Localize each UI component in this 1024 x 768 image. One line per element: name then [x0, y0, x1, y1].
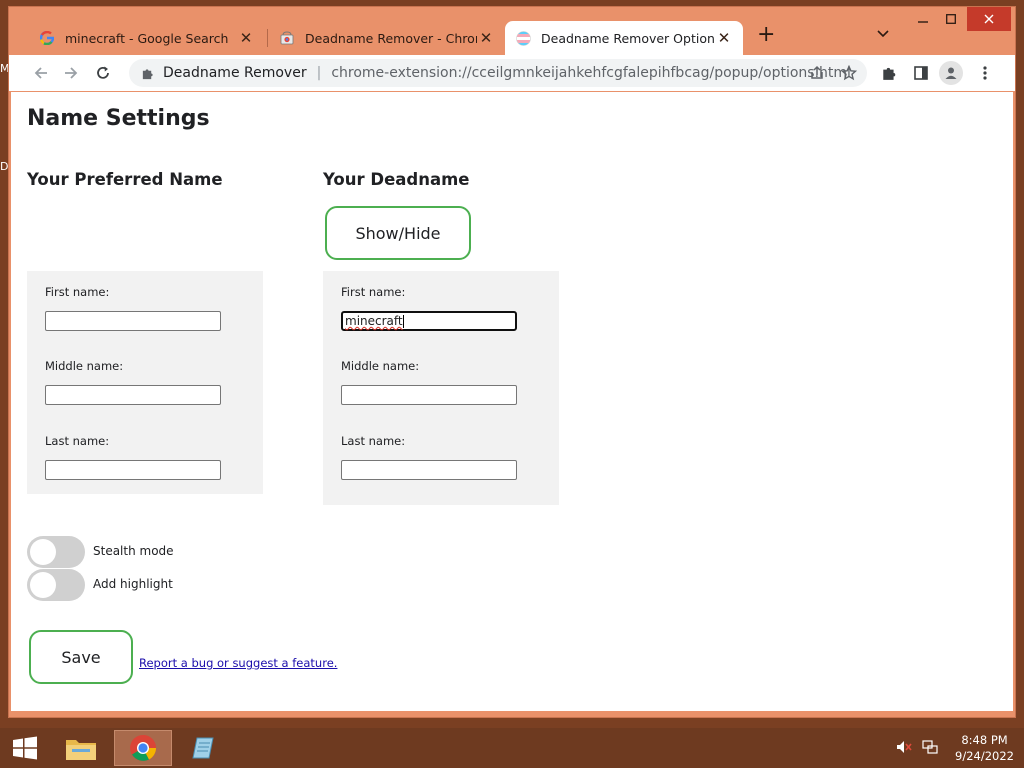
site-name: Deadname Remover — [163, 65, 307, 81]
maximize-icon[interactable] — [937, 7, 965, 31]
file-explorer-folder-icon[interactable] — [52, 730, 110, 766]
deadname-panel: First name: minecraft Middle name: Last … — [323, 271, 559, 505]
reload-icon[interactable] — [91, 61, 115, 85]
deadname-first-name-input[interactable]: minecraft — [341, 311, 517, 331]
system-clock[interactable]: 8:48 PM 9/24/2022 — [955, 732, 1014, 764]
preferred-name-panel: First name: Middle name: Last name: — [27, 271, 263, 494]
last-name-label: Last name: — [45, 434, 110, 448]
tab-separator — [267, 29, 268, 47]
middle-name-label: Middle name: — [45, 359, 124, 373]
close-tab-icon[interactable]: ✕ — [237, 29, 255, 47]
forward-arrow-icon[interactable] — [59, 61, 83, 85]
tab-title: Deadname Remover Options — [541, 30, 715, 46]
chrome-webstore-icon — [279, 30, 295, 46]
extensions-puzzle-icon[interactable] — [877, 61, 901, 85]
profile-avatar-icon[interactable] — [939, 61, 963, 85]
tab-chrome-web-store[interactable]: Deadname Remover - Chrome W ✕ — [269, 21, 505, 55]
preferred-middle-name-input[interactable] — [45, 385, 221, 405]
preferred-first-name-input[interactable] — [45, 311, 221, 331]
middle-name-label: Middle name: — [341, 359, 420, 373]
stealth-mode-label: Stealth mode — [93, 544, 174, 558]
start-windows-icon[interactable] — [0, 730, 50, 766]
minimize-icon[interactable] — [909, 7, 937, 31]
chrome-taskbar-icon[interactable] — [114, 730, 172, 766]
tab-title: minecraft - Google Search — [65, 30, 229, 46]
share-icon[interactable] — [805, 61, 829, 85]
add-highlight-toggle[interactable] — [27, 569, 85, 601]
taskbar: 8:48 PM 9/24/2022 — [0, 728, 1024, 768]
trans-flag-icon — [515, 30, 531, 46]
network-icon[interactable] — [922, 740, 938, 758]
clock-date: 9/24/2022 — [955, 749, 1014, 763]
save-button[interactable]: Save — [29, 630, 133, 684]
show-hide-button[interactable]: Show/Hide — [325, 206, 471, 260]
report-bug-link[interactable]: Report a bug or suggest a feature. — [139, 656, 337, 670]
close-tab-icon[interactable]: ✕ — [715, 29, 733, 47]
kebab-menu-icon[interactable] — [973, 61, 997, 85]
deadname-last-name-input[interactable] — [341, 460, 517, 480]
input-value: minecraft — [345, 314, 403, 328]
close-tab-icon[interactable]: ✕ — [477, 29, 495, 47]
toggle-knob — [30, 539, 56, 565]
tab-deadname-options[interactable]: Deadname Remover Options ✕ — [505, 21, 743, 55]
first-name-label: First name: — [341, 285, 406, 299]
preferred-name-heading: Your Preferred Name — [27, 170, 223, 189]
puzzle-icon — [139, 67, 155, 80]
notes-app-icon[interactable] — [176, 730, 234, 766]
stealth-mode-toggle[interactable] — [27, 536, 85, 568]
deadname-heading: Your Deadname — [323, 170, 470, 189]
tab-strip: minecraft - Google Search ✕ Deadname Rem… — [9, 7, 1015, 55]
google-icon — [39, 30, 55, 46]
address-bar[interactable]: Deadname Remover | chrome-extension://cc… — [129, 59, 867, 87]
last-name-label: Last name: — [341, 434, 406, 448]
toggle-knob — [30, 572, 56, 598]
new-tab-button[interactable]: + — [757, 24, 775, 46]
browser-toolbar: Deadname Remover | chrome-extension://cc… — [9, 55, 1015, 91]
add-highlight-label: Add highlight — [93, 577, 173, 591]
tab-search-chevron-icon[interactable] — [877, 27, 889, 42]
deadname-middle-name-input[interactable] — [341, 385, 517, 405]
url-text: chrome-extension://cceilgmnkeijahkehfcgf… — [331, 65, 851, 81]
bookmark-star-icon[interactable] — [837, 61, 861, 85]
text-cursor — [402, 315, 404, 328]
speaker-muted-icon[interactable] — [896, 740, 912, 758]
preferred-last-name-input[interactable] — [45, 460, 221, 480]
window-close-icon[interactable] — [967, 7, 1011, 31]
back-arrow-icon[interactable] — [29, 61, 53, 85]
browser-window: minecraft - Google Search ✕ Deadname Rem… — [8, 6, 1016, 718]
first-name-label: First name: — [45, 285, 110, 299]
side-panel-icon[interactable] — [909, 61, 933, 85]
tab-google-search[interactable]: minecraft - Google Search ✕ — [29, 21, 265, 55]
page-title: Name Settings — [27, 106, 210, 131]
options-page: Name Settings Your Preferred Name Your D… — [11, 92, 1013, 711]
tab-title: Deadname Remover - Chrome W — [305, 30, 477, 46]
clock-time: 8:48 PM — [961, 733, 1008, 747]
omnibox-separator: | — [316, 65, 322, 81]
